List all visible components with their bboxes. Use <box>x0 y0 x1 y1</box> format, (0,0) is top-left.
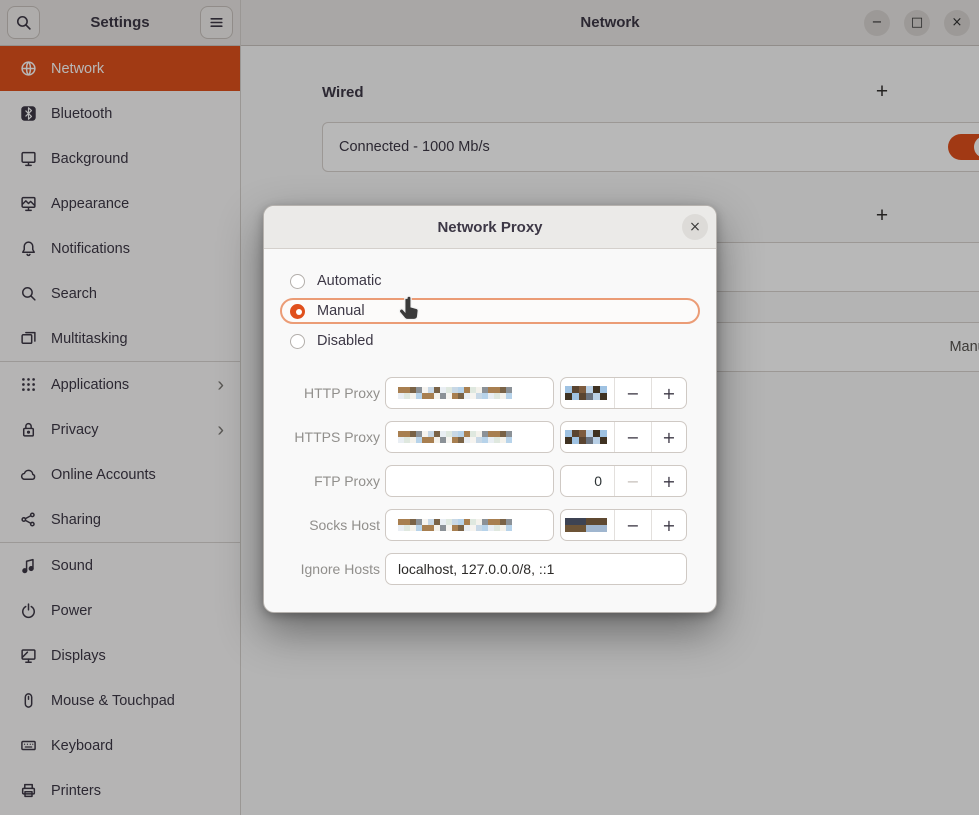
close-icon: × <box>689 219 701 235</box>
redacted-pixelated-value <box>398 387 512 399</box>
dialog-title: Network Proxy <box>264 219 716 236</box>
proxy-mode-label: Manual <box>317 303 365 319</box>
redacted-pixelated-value <box>565 386 607 400</box>
ignore-hosts-input[interactable]: localhost, 127.0.0.0/8, ::1 <box>385 553 687 585</box>
field-label: HTTPS Proxy <box>280 421 380 453</box>
ftp-proxy-input[interactable] <box>385 465 554 497</box>
redacted-pixelated-value <box>398 519 512 531</box>
port-value[interactable] <box>561 378 614 408</box>
dialog-close-button[interactable]: × <box>682 214 708 240</box>
spin-plus-button[interactable]: + <box>651 466 686 496</box>
field-row-http-proxy: HTTP Proxy −+ <box>280 377 700 409</box>
proxy-mode-automatic[interactable]: Automatic <box>280 268 700 294</box>
socks-host-port-spinner: −+ <box>560 509 687 541</box>
port-value[interactable]: 0 <box>561 466 614 496</box>
dialog-headerbar: Network Proxy × <box>264 206 716 249</box>
ftp-proxy-port-spinner: 0−+ <box>560 465 687 497</box>
dialog-body: AutomaticManualDisabled HTTP Proxy−+HTTP… <box>264 249 716 613</box>
redacted-pixelated-value <box>398 431 512 443</box>
field-label: Ignore Hosts <box>280 553 380 585</box>
spin-minus-button[interactable]: − <box>614 378 651 408</box>
field-row-https-proxy: HTTPS Proxy −+ <box>280 421 700 453</box>
socks-host-input[interactable] <box>385 509 554 541</box>
spin-plus-button[interactable]: + <box>651 510 686 540</box>
https-proxy-port-spinner: −+ <box>560 421 687 453</box>
spin-minus-button[interactable]: − <box>614 422 651 452</box>
spin-minus-button[interactable]: − <box>614 510 651 540</box>
field-row-ftp-proxy: FTP Proxy 0−+ <box>280 465 700 497</box>
radio-manual-checked[interactable] <box>290 304 305 319</box>
spin-plus-button[interactable]: + <box>651 422 686 452</box>
spin-minus-button[interactable]: − <box>614 466 651 496</box>
http-proxy-input[interactable] <box>385 377 554 409</box>
field-row-ignore-hosts: Ignore Hosts localhost, 127.0.0.0/8, ::1 <box>280 553 700 585</box>
spin-plus-button[interactable]: + <box>651 378 686 408</box>
http-proxy-port-spinner: −+ <box>560 377 687 409</box>
redacted-pixelated-value <box>565 518 607 532</box>
radio-automatic[interactable] <box>290 274 305 289</box>
port-value[interactable] <box>561 422 614 452</box>
proxy-mode-manual[interactable]: Manual <box>280 298 700 324</box>
field-label: Socks Host <box>280 509 380 541</box>
port-value[interactable] <box>561 510 614 540</box>
field-row-socks-host: Socks Host −+ <box>280 509 700 541</box>
radio-disabled[interactable] <box>290 334 305 349</box>
input-value: localhost, 127.0.0.0/8, ::1 <box>398 561 554 577</box>
field-label: HTTP Proxy <box>280 377 380 409</box>
proxy-mode-label: Automatic <box>317 273 381 289</box>
proxy-mode-disabled[interactable]: Disabled <box>280 328 700 354</box>
https-proxy-input[interactable] <box>385 421 554 453</box>
network-proxy-dialog: Network Proxy × AutomaticManualDisabled … <box>263 205 717 613</box>
proxy-mode-label: Disabled <box>317 333 373 349</box>
field-label: FTP Proxy <box>280 465 380 497</box>
redacted-pixelated-value <box>565 430 607 444</box>
